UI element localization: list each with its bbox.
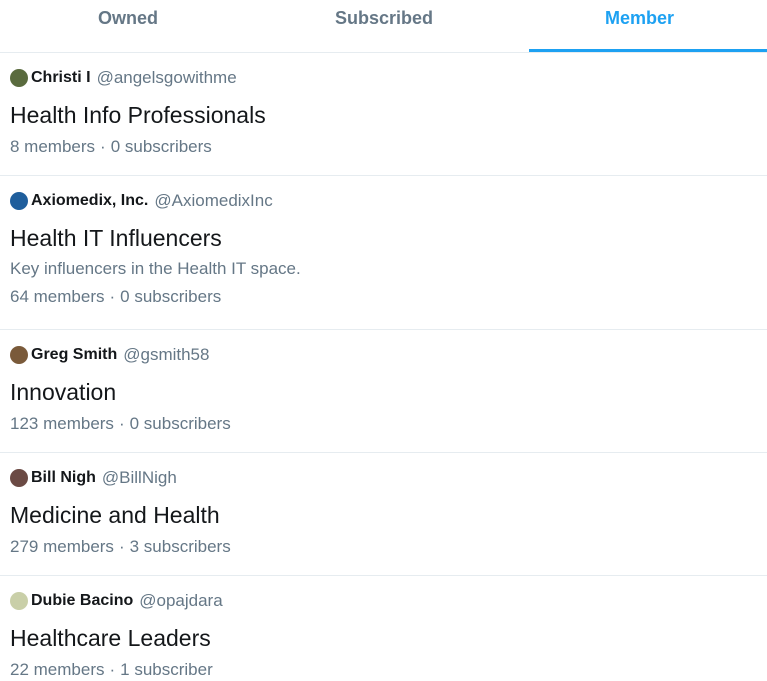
subscriber-count: 3 subscribers (129, 537, 231, 556)
owner-name[interactable]: Dubie Bacino (31, 592, 133, 610)
member-count: 279 members (10, 537, 114, 556)
tab-bar: Owned Subscribed Member (0, 0, 767, 53)
member-count: 8 members (10, 137, 96, 156)
list-stats: 22 members · 1 subscriber (10, 659, 757, 681)
subscriber-count: 0 subscribers (129, 414, 231, 433)
list-owner: Axiomedix, Inc. @AxiomedixInc (10, 190, 757, 212)
owner-handle: @opajdara (139, 591, 223, 610)
subscriber-count: 1 subscriber (120, 660, 213, 679)
separator: · (118, 537, 125, 556)
lists-list: Christi I @angelsgowithme Health Info Pr… (0, 53, 767, 681)
list-owner: Dubie Bacino @opajdara (10, 590, 757, 612)
list-owner: Greg Smith @gsmith58 (10, 344, 757, 366)
list-item[interactable]: Axiomedix, Inc. @AxiomedixInc Health IT … (0, 176, 767, 330)
owner-handle: @gsmith58 (123, 345, 210, 364)
avatar[interactable] (10, 192, 28, 210)
member-count: 123 members (10, 414, 114, 433)
list-stats: 64 members · 0 subscribers (10, 286, 757, 308)
owner-name[interactable]: Axiomedix, Inc. (31, 192, 148, 210)
separator: · (100, 137, 106, 156)
owner-handle: @angelsgowithme (96, 68, 237, 87)
tab-member[interactable]: Member (512, 0, 767, 52)
list-item[interactable]: Christi I @angelsgowithme Health Info Pr… (0, 53, 767, 176)
list-item[interactable]: Greg Smith @gsmith58 Innovation 123 memb… (0, 330, 767, 453)
list-stats: 123 members · 0 subscribers (10, 413, 757, 435)
member-count: 22 members (10, 660, 105, 679)
owner-handle: @BillNigh (101, 468, 177, 487)
avatar[interactable] (10, 469, 28, 487)
avatar[interactable] (10, 346, 28, 364)
tab-owned[interactable]: Owned (0, 0, 256, 52)
list-stats: 279 members · 3 subscribers (10, 536, 757, 558)
separator: · (109, 660, 116, 679)
list-item[interactable]: Bill Nigh @BillNigh Medicine and Health … (0, 453, 767, 576)
subscriber-count: 0 subscribers (110, 137, 212, 156)
list-stats: 8 members · 0 subscribers (10, 136, 757, 158)
list-item[interactable]: Dubie Bacino @opajdara Healthcare Leader… (0, 576, 767, 681)
subscriber-count: 0 subscribers (120, 287, 222, 306)
list-owner: Bill Nigh @BillNigh (10, 467, 757, 489)
member-count: 64 members (10, 287, 105, 306)
avatar[interactable] (10, 592, 28, 610)
owner-name[interactable]: Greg Smith (31, 346, 117, 364)
list-name[interactable]: Medicine and Health (10, 500, 757, 530)
owner-name[interactable]: Bill Nigh (31, 469, 96, 487)
list-description: Key influencers in the Health IT space. (10, 259, 301, 278)
owner-name[interactable]: Christi I (31, 69, 91, 87)
owner-handle: @AxiomedixInc (154, 191, 273, 210)
separator: · (109, 287, 116, 306)
list-name[interactable]: Innovation (10, 377, 757, 407)
list-owner: Christi I @angelsgowithme (10, 67, 757, 89)
tab-subscribed[interactable]: Subscribed (256, 0, 512, 52)
avatar[interactable] (10, 69, 28, 87)
list-name[interactable]: Health IT Influencers (10, 223, 757, 253)
list-name[interactable]: Healthcare Leaders (10, 623, 757, 653)
list-name[interactable]: Health Info Professionals (10, 100, 757, 130)
separator: · (118, 414, 125, 433)
